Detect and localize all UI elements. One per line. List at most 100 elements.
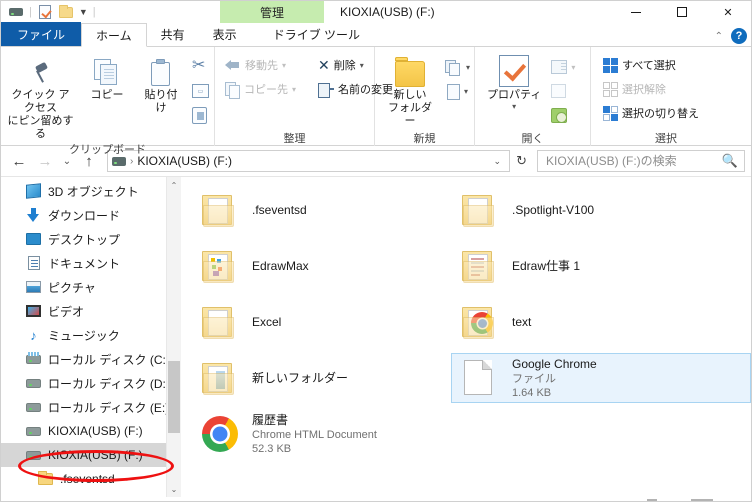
nav-item-music[interactable]: ♪ ミュージック — [1, 323, 181, 347]
search-icon[interactable]: 🔍 — [722, 153, 738, 169]
edit-button[interactable] — [547, 80, 579, 102]
copy-path-button[interactable]: ▭ — [188, 80, 214, 102]
large-icons-view-button[interactable] — [691, 499, 713, 501]
pin-to-quick-access-button[interactable]: クイック アクセス にピン留めする — [1, 50, 80, 141]
nav-item-3d-objects[interactable]: 3D オブジェクト — [1, 179, 181, 203]
search-input[interactable] — [544, 153, 722, 169]
file-item-google-chrome[interactable]: Google Chrome ファイル 1.64 KB — [451, 353, 751, 403]
drive-icon[interactable] — [8, 4, 24, 20]
nav-item-fseventsd[interactable]: .fseventsd — [1, 467, 181, 491]
close-button[interactable]: ✕ — [705, 1, 751, 23]
details-view-button[interactable] — [647, 499, 657, 501]
file-item-text[interactable]: text — [451, 297, 751, 347]
nav-item-documents[interactable]: ドキュメント — [1, 251, 181, 275]
copy-to-button[interactable]: コピー先 ▾ — [221, 78, 300, 100]
delete-label: 削除 — [333, 60, 356, 72]
file-item-new-folder[interactable]: 新しいフォルダー — [191, 353, 451, 403]
collapse-ribbon-icon[interactable]: ⌃ — [715, 31, 723, 42]
open-caret[interactable]: ▾ — [571, 63, 575, 72]
move-to-button[interactable]: 移動先 ▾ — [221, 54, 300, 76]
nav-item-local-disk-c[interactable]: ローカル ディスク (C:) — [1, 347, 181, 371]
scroll-down-button[interactable]: ⌄ — [167, 481, 181, 497]
folder-icon — [458, 189, 502, 231]
open-button[interactable]: ▾ — [547, 56, 579, 78]
history-button[interactable] — [547, 104, 579, 126]
select-none-button[interactable]: 選択解除 — [599, 78, 703, 100]
window-controls: ✕ — [613, 1, 751, 23]
new-folder-icon[interactable] — [58, 4, 74, 20]
new-folder-button[interactable]: 新しい フォルダー — [379, 50, 441, 128]
minimize-button[interactable] — [613, 1, 659, 23]
history-icon — [551, 107, 568, 123]
title-bar: | ▼ | 管理 KIOXIA(USB) (F:) ✕ — [1, 1, 751, 23]
desktop-icon — [25, 231, 42, 247]
navigation-scrollbar[interactable]: ⌃ ⌄ — [166, 177, 181, 497]
nav-item-label: KIOXIA(USB) (F:) — [48, 424, 143, 438]
scroll-up-button[interactable]: ⌃ — [167, 177, 181, 193]
file-item-fseventsd[interactable]: .fseventsd — [191, 185, 451, 235]
downloads-icon — [25, 207, 42, 223]
search-box[interactable]: 🔍 — [537, 150, 745, 172]
paste-shortcut-button[interactable] — [188, 104, 214, 126]
invert-selection-icon — [603, 105, 618, 121]
nav-item-label: デスクトップ — [48, 232, 121, 247]
ribbon-tabs: ファイル ホーム 共有 表示 ドライブ ツール ⌃ ? — [1, 22, 751, 47]
nav-item-downloads[interactable]: ダウンロード — [1, 203, 181, 227]
qat-divider-2: | — [92, 5, 96, 18]
open-icon — [551, 60, 568, 74]
select-all-button[interactable]: すべて選択 — [599, 54, 703, 76]
new-item-button[interactable]: ▾ — [441, 56, 474, 78]
select-none-icon — [603, 81, 618, 97]
maximize-button[interactable] — [659, 1, 705, 23]
quick-access-toolbar: | ▼ | — [1, 1, 96, 23]
file-list-pane[interactable]: .fseventsd .Spotlight-V100 EdrawMax Edra… — [181, 177, 751, 497]
file-item-edraw-shigoto-1[interactable]: Edraw仕事 1 — [451, 241, 751, 291]
delete-icon: ✕ — [318, 57, 330, 73]
properties-caret[interactable]: ▾ — [512, 102, 516, 111]
copy-button[interactable]: コピー — [80, 50, 134, 102]
easy-access-button[interactable]: ▾ — [441, 80, 474, 102]
ribbon-group-select: すべて選択 選択解除 選択の切り替え 選択 — [591, 47, 741, 146]
move-to-caret[interactable]: ▾ — [282, 61, 286, 70]
file-item-edrawmax[interactable]: EdrawMax — [191, 241, 451, 291]
tab-file[interactable]: ファイル — [1, 22, 82, 46]
drive-icon — [25, 423, 42, 439]
invert-selection-button[interactable]: 選択の切り替え — [599, 102, 703, 124]
file-name: text — [512, 314, 532, 329]
tab-home[interactable]: ホーム — [81, 23, 147, 47]
cut-button[interactable]: ✂ — [188, 56, 214, 78]
select-all-icon — [603, 57, 618, 73]
file-item-rirekisho[interactable]: 履歴書 Chrome HTML Document 52.3 KB — [191, 409, 451, 459]
window-title: KIOXIA(USB) (F:) — [340, 5, 435, 19]
nav-item-desktop[interactable]: デスクトップ — [1, 227, 181, 251]
easy-access-caret[interactable]: ▾ — [464, 87, 468, 96]
address-dropdown-caret[interactable]: ⌄ — [490, 156, 506, 167]
new-folder-label: 新しい フォルダー — [387, 89, 432, 127]
select-all-label: すべて選択 — [622, 60, 676, 72]
nav-item-local-disk-d[interactable]: ローカル ディスク (D:) — [1, 371, 181, 395]
scrollbar-thumb[interactable] — [168, 361, 180, 433]
copy-to-caret[interactable]: ▾ — [292, 85, 296, 94]
properties-button[interactable]: プロパティ ▾ — [481, 50, 547, 111]
system-drive-icon — [25, 351, 42, 367]
file-item-excel[interactable]: Excel — [191, 297, 451, 347]
tab-view[interactable]: 表示 — [199, 22, 251, 46]
nav-item-local-disk-e[interactable]: ローカル ディスク (E:) — [1, 395, 181, 419]
file-size: 52.3 KB — [252, 442, 292, 455]
help-icon[interactable]: ? — [731, 28, 747, 44]
nav-item-pictures[interactable]: ピクチャ — [1, 275, 181, 299]
customize-qat-caret[interactable]: ▼ — [79, 7, 88, 17]
properties-icon[interactable] — [37, 4, 53, 20]
nav-item-videos[interactable]: ビデオ — [1, 299, 181, 323]
delete-caret[interactable]: ▾ — [360, 61, 364, 70]
tab-drive-tools[interactable]: ドライブ ツール — [259, 22, 374, 46]
tab-share[interactable]: 共有 — [147, 22, 199, 46]
new-item-caret[interactable]: ▾ — [466, 63, 470, 72]
nav-item-kioxia-f-selected[interactable]: KIOXIA(USB) (F:) — [1, 443, 181, 467]
ribbon-group-clipboard-label: クリップボード — [69, 144, 146, 156]
paste-button[interactable]: 貼り付け — [134, 50, 188, 115]
nav-item-kioxia-f[interactable]: KIOXIA(USB) (F:) — [1, 419, 181, 443]
file-item-spotlight-v100[interactable]: .Spotlight-V100 — [451, 185, 751, 235]
refresh-icon[interactable]: ↻ — [512, 153, 531, 169]
move-to-icon — [225, 58, 241, 72]
